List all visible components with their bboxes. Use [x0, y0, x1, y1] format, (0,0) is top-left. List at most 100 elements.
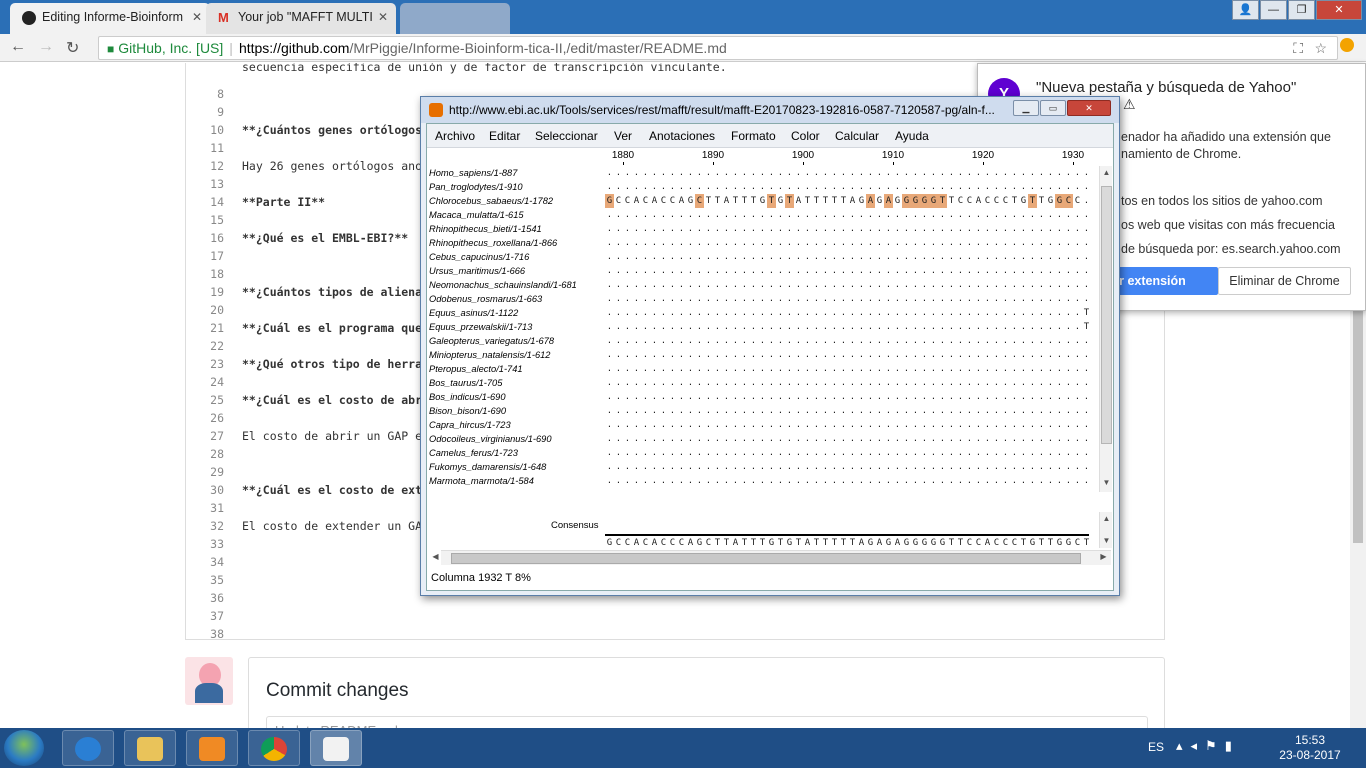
- menu-seleccionar[interactable]: Seleccionar: [535, 129, 598, 143]
- sequence-row[interactable]: ........................................…: [605, 474, 1095, 488]
- reload-icon[interactable]: ↻: [66, 38, 79, 58]
- sequence-name[interactable]: Rhinopithecus_roxellana/1-866: [429, 236, 557, 250]
- alignment-panel[interactable]: ........................................…: [605, 166, 1095, 486]
- jalview-maximize-button[interactable]: ▭: [1040, 100, 1066, 116]
- close-window-button[interactable]: ✕: [1316, 0, 1362, 20]
- close-icon[interactable]: ✕: [192, 3, 202, 31]
- menu-ayuda[interactable]: Ayuda: [895, 129, 929, 143]
- sequence-name[interactable]: Rhinopithecus_bieti/1-1541: [429, 222, 542, 236]
- annotation-vertical-scrollbar[interactable]: ▲ ▼: [1099, 512, 1112, 548]
- minimize-button[interactable]: —: [1260, 0, 1287, 20]
- sequence-row[interactable]: ........................................…: [605, 348, 1095, 362]
- sequence-row[interactable]: ........................................…: [605, 278, 1095, 292]
- menu-calcular[interactable]: Calcular: [835, 129, 879, 143]
- alignment-horizontal-scrollbar[interactable]: ◀ ▶: [432, 550, 1111, 565]
- language-indicator[interactable]: ES: [1148, 740, 1164, 754]
- sequence-row[interactable]: ........................................…: [605, 292, 1095, 306]
- sequence-name[interactable]: Macaca_mulatta/1-615: [429, 208, 524, 222]
- sequence-row[interactable]: ........................................…: [605, 460, 1095, 474]
- menu-archivo[interactable]: Archivo: [435, 129, 475, 143]
- tray-icons[interactable]: ▴◂⚑▮: [1176, 738, 1240, 754]
- file-explorer-icon[interactable]: [124, 730, 176, 766]
- sequence-name[interactable]: Chlorocebus_sabaeus/1-1782: [429, 194, 553, 208]
- sequence-row[interactable]: ........................................…: [605, 404, 1095, 418]
- sequence-name[interactable]: Homo_sapiens/1-887: [429, 166, 517, 180]
- sequence-name[interactable]: Bos_taurus/1-705: [429, 376, 502, 390]
- sequence-row[interactable]: ........................................…: [605, 334, 1095, 348]
- remove-from-chrome-button[interactable]: Eliminar de Chrome: [1218, 267, 1351, 295]
- sequence-row[interactable]: ........................................…: [605, 208, 1095, 222]
- scroll-up-icon[interactable]: ▲: [1100, 514, 1113, 526]
- sequence-name[interactable]: Odocoileus_virginianus/1-690: [429, 432, 552, 446]
- sequence-name[interactable]: Bison_bison/1-690: [429, 404, 506, 418]
- sequence-name[interactable]: Ursus_maritimus/1-666: [429, 264, 525, 278]
- sequence-name[interactable]: Marmota_marmota/1-584: [429, 474, 534, 488]
- code-line[interactable]: 38: [186, 625, 1156, 643]
- sequence-name[interactable]: Capra_hircus/1-723: [429, 418, 511, 432]
- sequence-name[interactable]: Pan_troglodytes/1-910: [429, 180, 523, 194]
- forward-icon[interactable]: →: [38, 38, 54, 56]
- translate-icon[interactable]: ⛶: [1293, 37, 1303, 59]
- clock[interactable]: 15:53 23-08-2017: [1270, 733, 1350, 763]
- sequence-row[interactable]: ........................................…: [605, 390, 1095, 404]
- scroll-right-icon[interactable]: ▶: [1097, 552, 1110, 564]
- sequence-row[interactable]: ........................................…: [605, 362, 1095, 376]
- java-icon[interactable]: [310, 730, 362, 766]
- media-player-icon[interactable]: [186, 730, 238, 766]
- sequence-row[interactable]: ........................................…: [605, 250, 1095, 264]
- internet-explorer-icon[interactable]: [62, 730, 114, 766]
- warning-icon[interactable]: [1340, 38, 1354, 52]
- menu-formato[interactable]: Formato: [731, 129, 776, 143]
- scroll-left-icon[interactable]: ◀: [429, 552, 442, 564]
- menu-anotaciones[interactable]: Anotaciones: [649, 129, 715, 143]
- tab-mafft-job[interactable]: M Your job "MAFFT MULTI ✕: [206, 3, 396, 34]
- sequence-row[interactable]: ........................................…: [605, 236, 1095, 250]
- sequence-names-panel[interactable]: Homo_sapiens/1-887 Pan_troglodytes/1-910 C…: [429, 166, 604, 486]
- sequence-row[interactable]: ........................................…: [605, 222, 1095, 236]
- menu-ver[interactable]: Ver: [614, 129, 632, 143]
- sequence-name[interactable]: Equus_przewalskii/1-713: [429, 320, 532, 334]
- scroll-thumb[interactable]: [1101, 186, 1112, 444]
- close-icon[interactable]: ✕: [378, 3, 388, 31]
- sequence-name[interactable]: Galeopterus_variegatus/1-678: [429, 334, 554, 348]
- sequence-name[interactable]: Fukomys_damarensis/1-648: [429, 460, 546, 474]
- scroll-down-icon[interactable]: ▼: [1100, 478, 1113, 490]
- maximize-button[interactable]: ❐: [1288, 0, 1315, 20]
- back-icon[interactable]: ←: [10, 38, 26, 56]
- star-icon[interactable]: ☆: [1314, 37, 1327, 59]
- sequence-row[interactable]: ........................................…: [605, 320, 1095, 334]
- sequence-name[interactable]: Cebus_capucinus/1-716: [429, 250, 529, 264]
- jalview-minimize-button[interactable]: ▁: [1013, 100, 1039, 116]
- scroll-up-icon[interactable]: ▲: [1100, 168, 1113, 180]
- jalview-close-button[interactable]: ✕: [1067, 100, 1111, 116]
- sequence-row[interactable]: ........................................…: [605, 432, 1095, 446]
- menu-color[interactable]: Color: [791, 129, 820, 143]
- sequence-row[interactable]: ........................................…: [605, 180, 1095, 194]
- menu-editar[interactable]: Editar: [489, 129, 520, 143]
- sequence-name[interactable]: Equus_asinus/1-1122: [429, 306, 518, 320]
- alignment-vertical-scrollbar[interactable]: ▲ ▼: [1099, 166, 1112, 492]
- tab-new[interactable]: [400, 3, 510, 34]
- page-scroll-thumb[interactable]: [1353, 303, 1363, 543]
- code-line[interactable]: 37: [186, 607, 1156, 625]
- sequence-name[interactable]: Miniopterus_natalensis/1-612: [429, 348, 550, 362]
- sequence-name[interactable]: Odobenus_rosmarus/1-663: [429, 292, 542, 306]
- scroll-thumb[interactable]: [451, 553, 1081, 564]
- commit-message-input[interactable]: Update README.md: [266, 716, 1148, 728]
- sequence-row[interactable]: ........................................…: [605, 264, 1095, 278]
- sequence-row[interactable]: ........................................…: [605, 446, 1095, 460]
- user-icon[interactable]: 👤: [1232, 0, 1259, 20]
- start-button[interactable]: [4, 730, 44, 766]
- sequence-row[interactable]: ........................................…: [605, 306, 1095, 320]
- address-bar[interactable]: ■ GitHub, Inc. [US] | https://github.com/Mr…: [98, 36, 1338, 60]
- sequence-name[interactable]: Neomonachus_schauinslandi/1-681: [429, 278, 577, 292]
- scroll-down-icon[interactable]: ▼: [1100, 536, 1113, 548]
- chrome-icon[interactable]: [248, 730, 300, 766]
- sequence-row[interactable]: ........................................…: [605, 376, 1095, 390]
- sequence-name[interactable]: Pteropus_alecto/1-741: [429, 362, 523, 376]
- sequence-row[interactable]: GCCACACCAGCTTATTTGTGTATTTTTAGAGAGGGGGTTC…: [605, 194, 1095, 208]
- sequence-row[interactable]: ........................................…: [605, 418, 1095, 432]
- sequence-name[interactable]: Bos_indicus/1-690: [429, 390, 506, 404]
- sequence-row[interactable]: ........................................…: [605, 166, 1095, 180]
- tab-editing-readme[interactable]: Editing Informe-Bioinform ✕: [10, 3, 210, 34]
